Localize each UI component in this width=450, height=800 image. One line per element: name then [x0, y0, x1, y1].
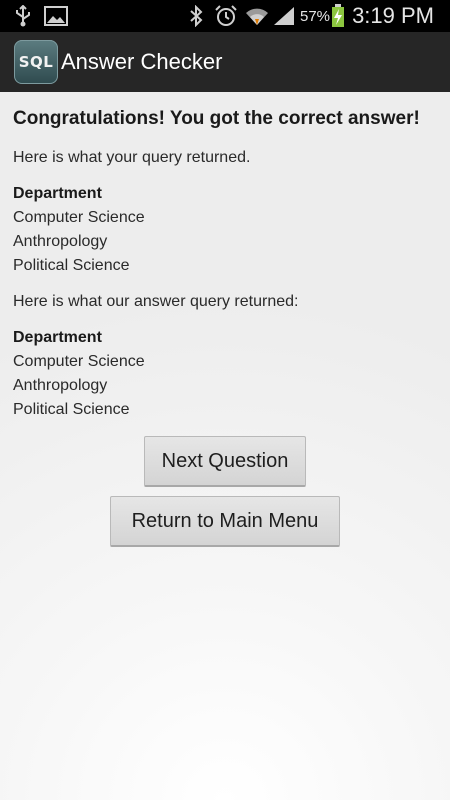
action-bar: SQL Answer Checker: [0, 32, 450, 92]
column-header: Department: [13, 185, 102, 202]
answer-query-result-table: Department Computer Science Anthropology…: [13, 326, 438, 422]
column-header: Department: [13, 329, 102, 346]
table-row: Computer Science: [13, 209, 145, 226]
battery-percent: 57%: [300, 7, 331, 25]
signal-icon: [272, 0, 296, 32]
image-icon: [44, 0, 68, 32]
app-title: Answer Checker: [61, 49, 223, 74]
wifi-icon: [244, 0, 270, 32]
answer-query-label: Here is what our answer query returned:: [13, 293, 299, 310]
next-question-button[interactable]: Next Question: [144, 436, 306, 487]
table-row: Political Science: [13, 257, 130, 274]
battery-charging-icon: [331, 0, 345, 32]
clock-time: 3:19 PM: [352, 3, 434, 28]
table-row: Anthropology: [13, 233, 108, 250]
table-row: Computer Science: [13, 353, 145, 370]
return-to-main-menu-button[interactable]: Return to Main Menu: [110, 496, 340, 547]
your-query-result-table: Department Computer Science Anthropology…: [13, 182, 438, 278]
answer-result-panel: Congratulations! You got the correct ans…: [13, 106, 438, 422]
status-bar: 57% 3:19 PM: [0, 0, 450, 32]
bluetooth-icon: [189, 0, 203, 32]
alarm-icon: [214, 0, 238, 32]
app-logo-icon[interactable]: SQL: [14, 40, 58, 84]
table-row: Political Science: [13, 401, 130, 418]
your-query-label: Here is what your query returned.: [13, 149, 251, 166]
result-headline: Congratulations! You got the correct ans…: [13, 108, 420, 129]
usb-icon: [14, 0, 32, 32]
table-row: Anthropology: [13, 377, 108, 394]
